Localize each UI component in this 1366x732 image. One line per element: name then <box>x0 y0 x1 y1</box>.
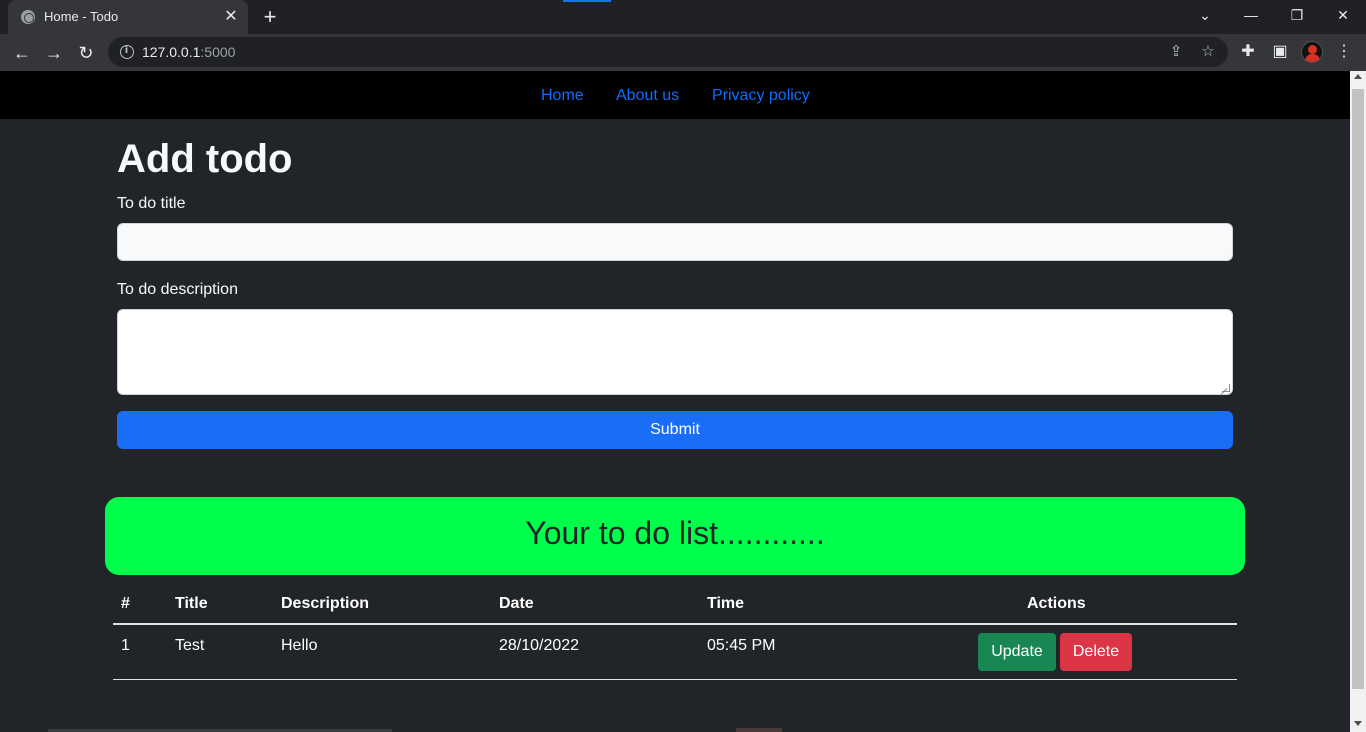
description-label: To do description <box>117 281 238 298</box>
title-label: To do title <box>117 195 186 212</box>
avatar[interactable] <box>1301 41 1323 63</box>
column-header-time: Time <box>707 595 745 612</box>
page-title: Add todo <box>117 137 293 181</box>
scroll-thumb[interactable] <box>1352 89 1364 689</box>
minimize-icon[interactable]: — <box>1228 0 1274 30</box>
reload-icon[interactable]: ↻ <box>73 40 99 66</box>
address-bar[interactable]: 127.0.0.1:5000 ⇪ ☆ <box>108 37 1228 67</box>
new-tab-icon[interactable]: + <box>258 5 282 29</box>
column-header-number: # <box>121 595 130 612</box>
arrow-left-icon[interactable]: ← <box>9 40 35 66</box>
kebab-menu-icon[interactable]: ⋮ <box>1332 40 1356 64</box>
table-header-divider <box>113 623 1237 625</box>
column-header-title: Title <box>175 595 208 612</box>
title-input[interactable] <box>117 223 1233 261</box>
nav-link-privacy[interactable]: Privacy policy <box>712 87 810 105</box>
puzzle-icon[interactable]: ✚ <box>1236 40 1260 64</box>
todo-list-banner: Your to do list............ <box>105 497 1245 575</box>
row-time: 05:45 PM <box>707 637 776 654</box>
row-date: 28/10/2022 <box>499 637 580 654</box>
column-header-date: Date <box>499 595 534 612</box>
scroll-down-icon[interactable] <box>1354 721 1362 726</box>
row-description: Hello <box>281 637 318 654</box>
resize-grip-icon[interactable] <box>1222 384 1230 392</box>
delete-button[interactable]: Delete <box>1060 633 1132 671</box>
row-title: Test <box>175 637 205 654</box>
description-textarea[interactable] <box>117 309 1233 395</box>
browser-tab[interactable]: Home - Todo ✕ <box>8 0 248 34</box>
row-number: 1 <box>121 637 130 654</box>
bottom-marker <box>736 728 782 732</box>
page-viewport: Home About us Privacy policy Add todo To… <box>0 71 1350 732</box>
table-row-divider <box>113 679 1237 680</box>
share-icon[interactable]: ⇪ <box>1166 42 1186 62</box>
column-header-description: Description <box>281 595 370 612</box>
submit-button[interactable]: Submit <box>117 411 1233 449</box>
arrow-right-icon[interactable]: → <box>41 40 67 66</box>
browser-titlebar: Home - Todo ✕ + ⌄ — ❐ ✕ <box>0 0 1366 34</box>
close-window-icon[interactable]: ✕ <box>1320 0 1366 30</box>
globe-icon <box>21 10 35 24</box>
tab-title: Home - Todo <box>44 9 119 24</box>
tab-search-icon[interactable]: ⌄ <box>1182 0 1228 30</box>
scroll-up-icon[interactable] <box>1354 74 1362 79</box>
info-icon[interactable] <box>120 45 134 59</box>
restore-icon[interactable]: ❐ <box>1274 0 1320 30</box>
banner-heading: Your to do list............ <box>525 515 825 551</box>
tab-strip-indicator <box>563 0 611 2</box>
browser-toolbar: ← → ↻ 127.0.0.1:5000 ⇪ ☆ ✚ ▣ ⋮ <box>0 34 1366 71</box>
column-header-actions: Actions <box>1027 595 1086 612</box>
site-navbar: Home About us Privacy policy <box>0 71 1350 119</box>
update-button[interactable]: Update <box>978 633 1056 671</box>
side-panel-icon[interactable]: ▣ <box>1268 40 1292 64</box>
nav-link-home[interactable]: Home <box>541 87 584 105</box>
vertical-scrollbar[interactable] <box>1350 71 1366 732</box>
url-text: 127.0.0.1:5000 <box>142 44 236 60</box>
star-icon[interactable]: ☆ <box>1198 42 1218 62</box>
tab-close-icon[interactable]: ✕ <box>222 8 240 26</box>
nav-link-about[interactable]: About us <box>616 87 679 105</box>
